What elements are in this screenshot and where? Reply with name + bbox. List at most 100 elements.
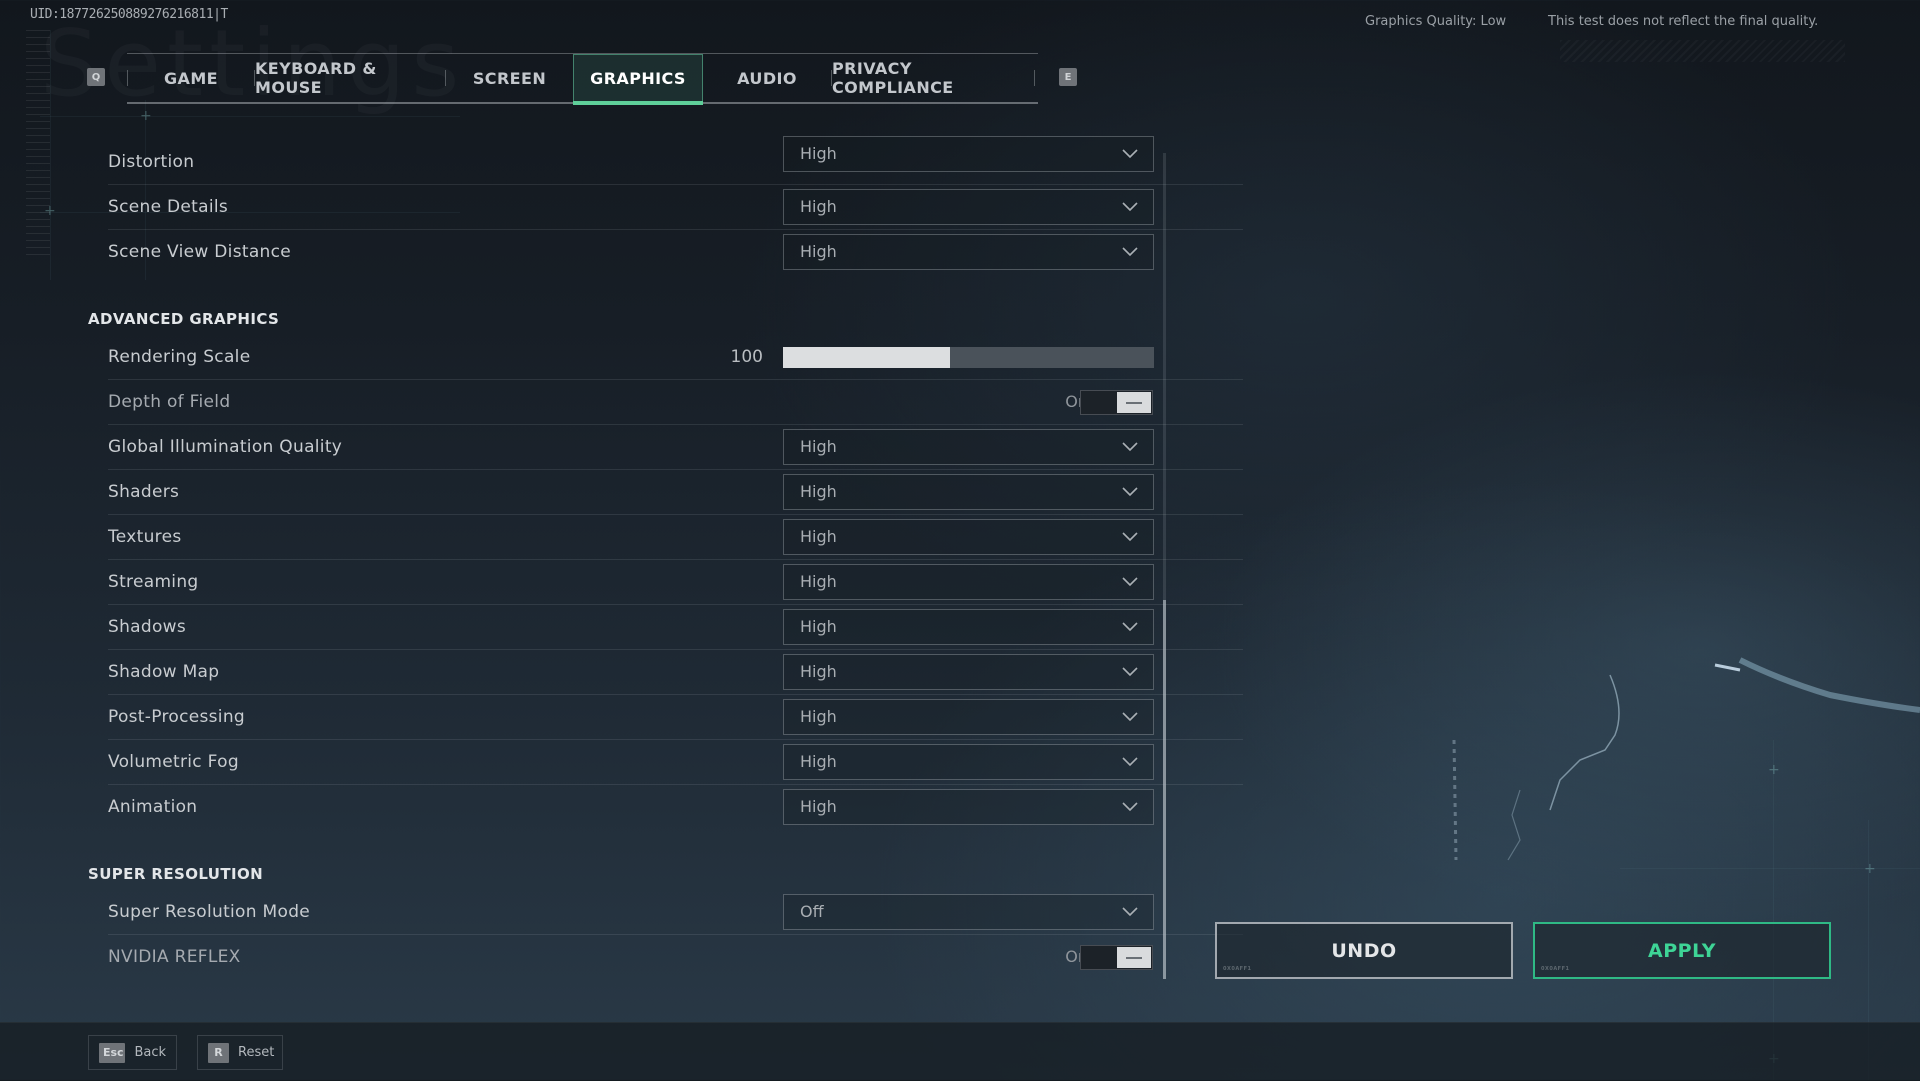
settings-scrollbar[interactable] [1163,153,1166,979]
setting-label: Global Illumination Quality [108,437,343,457]
setting-label: Rendering Scale [108,347,251,367]
dropdown-value: High [800,242,837,261]
reset-button[interactable]: R Reset [197,1035,283,1070]
depth-of-field-toggle[interactable] [1080,390,1153,415]
slider-fill [783,347,950,368]
setting-row-streaming: Streaming High [108,560,1243,605]
undo-button[interactable]: UNDO 0X0AFF1 [1215,922,1513,979]
setting-row-super-resolution-mode: Super Resolution Mode Off [108,890,1243,935]
reset-label: Reset [238,1045,275,1060]
chevron-down-icon [1122,487,1138,497]
r-key-icon: R [208,1042,229,1063]
chevron-down-icon [1122,907,1138,917]
global-illumination-quality-dropdown[interactable]: High [783,429,1154,465]
shaders-dropdown[interactable]: High [783,474,1154,510]
setting-label: Shaders [108,482,180,502]
next-tab-key-hint[interactable]: E [1059,68,1077,86]
scrollbar-thumb[interactable] [1163,600,1166,979]
tab-screen[interactable]: SCREEN [446,54,573,102]
chevron-down-icon [1122,622,1138,632]
setting-row-animation: Animation High [108,785,1243,830]
distortion-dropdown[interactable]: High [783,136,1154,172]
setting-label: Animation [108,797,198,817]
setting-label: Distortion [108,152,195,172]
crosshair-decoration: + [44,203,56,219]
chevron-down-icon [1122,149,1138,159]
scene-details-dropdown[interactable]: High [783,189,1154,225]
nvidia-reflex-toggle[interactable] [1080,945,1153,970]
chevron-down-icon [1122,757,1138,767]
setting-label: Streaming [108,572,199,592]
setting-row-depth-of-field: Depth of Field On [108,380,1243,425]
animation-dropdown[interactable]: High [783,789,1154,825]
super-resolution-mode-dropdown[interactable]: Off [783,894,1154,930]
chevron-down-icon [1122,202,1138,212]
tab-graphics[interactable]: GRAPHICS [573,54,703,105]
setting-row-nvidia-reflex: NVIDIA REFLEX On [108,935,1243,980]
setting-label: Shadows [108,617,187,637]
back-button[interactable]: Esc Back [88,1035,177,1070]
esc-key-icon: Esc [99,1042,126,1063]
setting-row-distortion: Distortion High [108,136,1243,185]
setting-label: NVIDIA REFLEX [108,947,241,967]
setting-row-scene-view-distance: Scene View Distance High [108,230,1243,275]
setting-row-shadow-map: Shadow Map High [108,650,1243,695]
setting-label: Volumetric Fog [108,752,239,772]
rendering-scale-value: 100 [730,347,763,367]
toggle-knob [1117,392,1151,413]
setting-label: Scene Details [108,197,229,217]
shadows-dropdown[interactable]: High [783,609,1154,645]
streaming-dropdown[interactable]: High [783,564,1154,600]
chevron-down-icon [1122,577,1138,587]
dropdown-value: High [800,797,837,816]
footer-bar: Esc Back R Reset [0,1022,1920,1081]
dropdown-value: High [800,572,837,591]
dropdown-value: High [800,662,837,681]
tab-separator [1034,70,1035,86]
dropdown-value: High [800,617,837,636]
setting-row-post-processing: Post-Processing High [108,695,1243,740]
dropdown-value: High [800,197,837,216]
setting-row-scene-details: Scene Details High [108,185,1243,230]
setting-row-textures: Textures High [108,515,1243,560]
dropdown-value: High [800,707,837,726]
tab-keyboard-mouse[interactable]: KEYBOARD & MOUSE [255,54,445,102]
dropdown-value: High [800,437,837,456]
tab-privacy-compliance[interactable]: PRIVACY COMPLIANCE [832,54,1034,102]
scene-view-distance-dropdown[interactable]: High [783,234,1154,270]
decorative-ruler [26,30,50,260]
post-processing-dropdown[interactable]: High [783,699,1154,735]
setting-label: Shadow Map [108,662,220,682]
quality-notice: This test does not reflect the final qua… [1548,14,1819,29]
graphics-quality-indicator: Graphics Quality: Low [1365,14,1507,29]
setting-row-shadows: Shadows High [108,605,1243,650]
section-title-super-resolution: SUPER RESOLUTION [88,865,264,883]
tab-audio[interactable]: AUDIO [703,54,831,102]
dropdown-value: High [800,482,837,501]
prev-tab-key-hint[interactable]: Q [87,68,105,86]
user-id: UID:18772625088927621681​1|T [30,7,228,22]
shadow-map-dropdown[interactable]: High [783,654,1154,690]
tab-game[interactable]: GAME [128,54,254,102]
undo-label: UNDO [1331,939,1397,962]
settings-tab-bar: GAME KEYBOARD & MOUSE SCREEN GRAPHICS AU… [127,53,1038,105]
grid-line [50,30,51,280]
apply-button[interactable]: APPLY 0X0AFF1 [1533,922,1831,979]
volumetric-fog-dropdown[interactable]: High [783,744,1154,780]
section-title-advanced-graphics: ADVANCED GRAPHICS [88,310,280,328]
rendering-scale-slider[interactable] [783,347,1154,368]
chevron-down-icon [1122,667,1138,677]
button-tag: 0X0AFF1 [1223,966,1252,972]
dropdown-value: Off [800,902,824,921]
setting-label: Depth of Field [108,392,231,412]
crosshair-decoration: + [140,108,152,124]
setting-label: Scene View Distance [108,242,292,262]
grid-line [40,116,460,117]
setting-row-volumetric-fog: Volumetric Fog High [108,740,1243,785]
button-tag: 0X0AFF1 [1541,966,1570,972]
dropdown-value: High [800,144,837,163]
setting-row-shaders: Shaders High [108,470,1243,515]
textures-dropdown[interactable]: High [783,519,1154,555]
dropdown-value: High [800,752,837,771]
chevron-down-icon [1122,247,1138,257]
